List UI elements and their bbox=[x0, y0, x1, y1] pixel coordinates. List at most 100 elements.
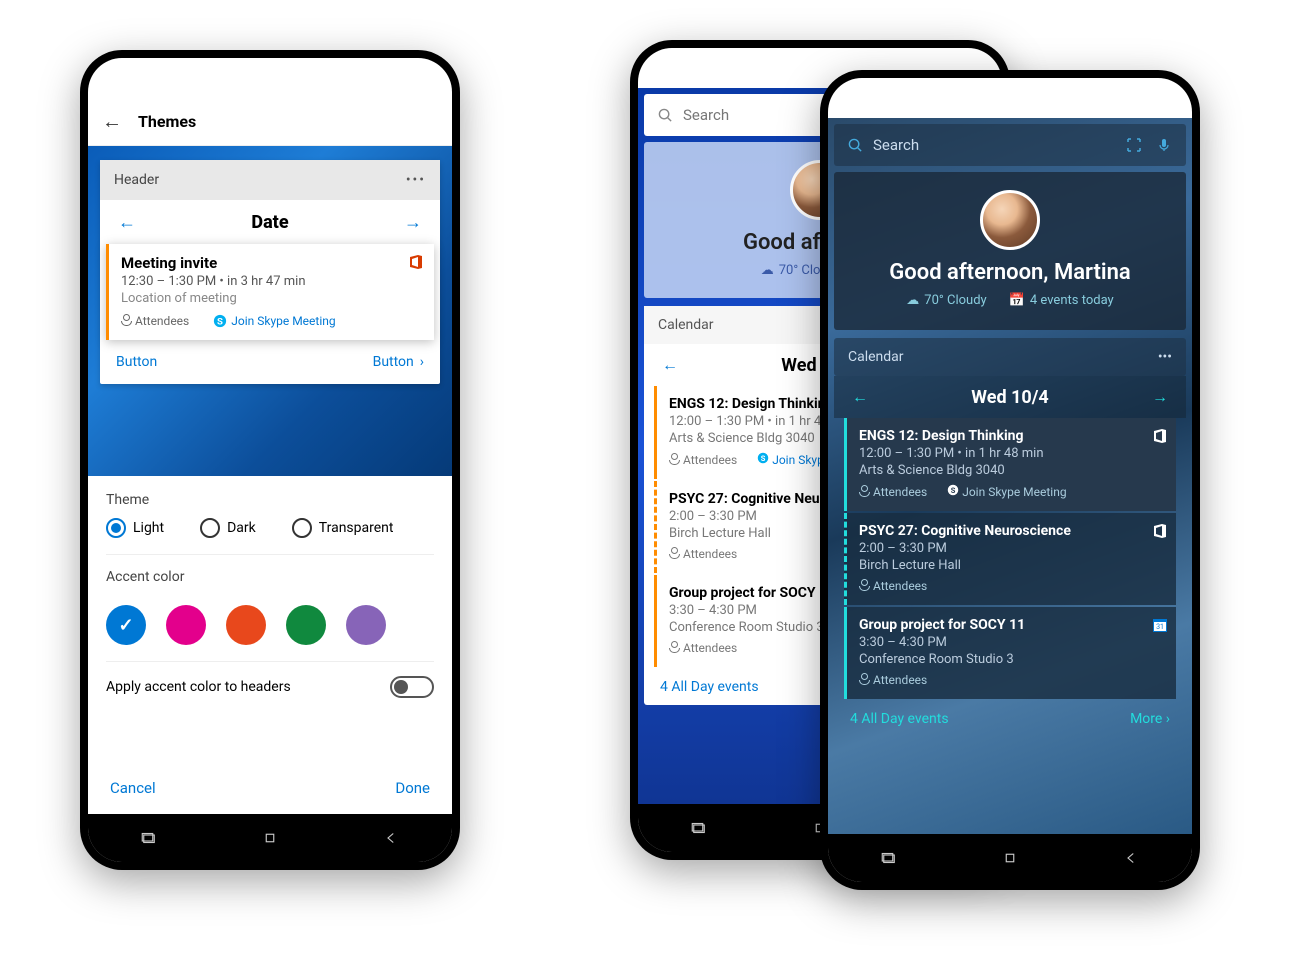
preview-button-right[interactable]: Button › bbox=[373, 354, 424, 370]
attendees-link[interactable]: Attendees bbox=[669, 641, 737, 655]
event-location: Location of meeting bbox=[121, 291, 422, 306]
search-placeholder: Search bbox=[683, 106, 729, 124]
calendar-icon: 31 bbox=[1152, 617, 1168, 633]
event-title: Group project for SOCY 11 bbox=[859, 617, 1166, 633]
person-icon bbox=[669, 547, 680, 558]
scan-icon[interactable] bbox=[1126, 137, 1142, 153]
event-time: 2:00 – 3:30 PM bbox=[859, 541, 1166, 556]
svg-text:S: S bbox=[217, 317, 223, 328]
accent-swatch-green[interactable] bbox=[286, 605, 326, 645]
apply-accent-label: Apply accent color to headers bbox=[106, 679, 291, 695]
event-time: 12:30 – 1:30 PM • in 3 hr 47 min bbox=[121, 274, 422, 289]
theme-radio-light[interactable]: Light bbox=[106, 518, 164, 538]
recents-icon[interactable] bbox=[690, 819, 708, 837]
calendar-section-label: Calendar bbox=[658, 317, 714, 333]
accent-swatches bbox=[106, 595, 434, 662]
avatar[interactable] bbox=[980, 190, 1040, 250]
event-title: ENGS 12: Design Thinking bbox=[859, 428, 1166, 444]
search-bar[interactable]: Search bbox=[834, 124, 1186, 166]
theme-radio-dark[interactable]: Dark bbox=[200, 518, 256, 538]
greeting-text: Good afternoon, Martina bbox=[846, 260, 1174, 285]
search-icon bbox=[658, 108, 673, 123]
android-navbar bbox=[88, 814, 452, 862]
join-skype-link[interactable]: SJoin Skype Meeting bbox=[213, 314, 335, 328]
skype-icon: S bbox=[947, 484, 959, 496]
attendees-link[interactable]: Attendees bbox=[121, 314, 189, 328]
calendar-section-label: Calendar bbox=[848, 349, 904, 365]
event-time: 12:00 – 1:30 PM • in 1 hr 48 min bbox=[859, 446, 1166, 461]
back-icon[interactable]: ← bbox=[102, 109, 122, 134]
event-title: PSYC 27: Cognitive Neuroscience bbox=[859, 523, 1166, 539]
current-date: Wed 10/4 bbox=[971, 387, 1048, 408]
android-navbar bbox=[828, 834, 1192, 882]
accent-swatch-orange[interactable] bbox=[226, 605, 266, 645]
calendar-event[interactable]: ENGS 12: Design Thinking 12:00 – 1:30 PM … bbox=[844, 418, 1176, 511]
prev-date-icon[interactable]: ← bbox=[662, 355, 678, 375]
home-icon[interactable] bbox=[1001, 849, 1019, 867]
accent-swatch-purple[interactable] bbox=[346, 605, 386, 645]
office-icon bbox=[1152, 428, 1168, 444]
home-icon[interactable] bbox=[261, 829, 279, 847]
preview-button-left[interactable]: Button bbox=[116, 354, 157, 370]
recents-icon[interactable] bbox=[880, 849, 898, 867]
events-chip[interactable]: 📅 4 events today bbox=[1009, 293, 1114, 308]
office-icon bbox=[408, 254, 424, 270]
apply-accent-toggle[interactable] bbox=[390, 676, 434, 698]
svg-text:S: S bbox=[951, 486, 956, 495]
attendees-link[interactable]: Attendees bbox=[859, 673, 927, 687]
weather-chip[interactable]: ☁ 70° Cloudy bbox=[906, 293, 986, 308]
themes-header: ← Themes bbox=[88, 98, 452, 146]
next-date-icon[interactable]: → bbox=[404, 212, 422, 233]
date-label: Date bbox=[251, 212, 288, 233]
svg-text:S: S bbox=[761, 454, 766, 463]
event-location: Birch Lecture Hall bbox=[859, 558, 1166, 573]
event-title: Meeting invite bbox=[121, 254, 422, 272]
join-skype-link[interactable]: S Join Skype Meeting bbox=[947, 484, 1066, 499]
accent-section-label: Accent color bbox=[106, 569, 434, 585]
search-icon bbox=[848, 138, 863, 153]
event-location: Conference Room Studio 3 bbox=[859, 652, 1166, 667]
accent-swatch-blue[interactable] bbox=[106, 605, 146, 645]
attendees-link[interactable]: Attendees bbox=[859, 579, 927, 593]
person-icon bbox=[859, 485, 870, 496]
event-location: Arts & Science Bldg 3040 bbox=[859, 463, 1166, 478]
all-day-link[interactable]: 4 All Day events bbox=[850, 711, 949, 727]
event-time: 3:30 – 4:30 PM bbox=[859, 635, 1166, 650]
cancel-button[interactable]: Cancel bbox=[110, 779, 156, 797]
person-icon bbox=[669, 453, 680, 464]
person-icon bbox=[669, 641, 680, 652]
theme-preview: Header ••• ← Date → Meeting invite 12:30… bbox=[88, 146, 452, 476]
more-icon[interactable]: ••• bbox=[1158, 349, 1172, 365]
accent-swatch-pink[interactable] bbox=[166, 605, 206, 645]
more-icon[interactable]: ••• bbox=[406, 172, 426, 188]
more-link[interactable]: More › bbox=[1130, 711, 1170, 727]
svg-text:31: 31 bbox=[1156, 623, 1164, 631]
prev-date-icon[interactable]: ← bbox=[852, 387, 868, 407]
theme-section-label: Theme bbox=[106, 492, 434, 508]
skype-icon: S bbox=[213, 314, 227, 328]
skype-icon: S bbox=[757, 452, 769, 464]
back-nav-icon[interactable] bbox=[1122, 849, 1140, 867]
calendar-event[interactable]: 31Group project for SOCY 11 3:30 – 4:30 P… bbox=[844, 607, 1176, 699]
preview-event[interactable]: Meeting invite 12:30 – 1:30 PM • in 3 hr… bbox=[106, 244, 434, 340]
chevron-right-icon: › bbox=[420, 354, 424, 370]
recents-icon[interactable] bbox=[140, 829, 158, 847]
done-button[interactable]: Done bbox=[395, 779, 430, 797]
all-day-link[interactable]: 4 All Day events bbox=[660, 679, 759, 695]
prev-date-icon[interactable]: ← bbox=[118, 212, 136, 233]
theme-radio-transparent[interactable]: Transparent bbox=[292, 518, 394, 538]
person-icon bbox=[859, 579, 870, 590]
preview-header-label: Header bbox=[114, 172, 159, 188]
page-title: Themes bbox=[138, 112, 196, 131]
attendees-link[interactable]: Attendees bbox=[859, 485, 927, 499]
next-date-icon[interactable]: → bbox=[1152, 387, 1168, 407]
mic-icon[interactable] bbox=[1156, 137, 1172, 153]
back-nav-icon[interactable] bbox=[382, 829, 400, 847]
attendees-link[interactable]: Attendees bbox=[669, 453, 737, 467]
calendar-event[interactable]: PSYC 27: Cognitive Neuroscience 2:00 – 3:… bbox=[844, 513, 1176, 605]
attendees-link[interactable]: Attendees bbox=[669, 547, 737, 561]
person-icon bbox=[121, 314, 132, 325]
office-icon bbox=[1152, 523, 1168, 539]
search-placeholder: Search bbox=[873, 136, 919, 154]
person-icon bbox=[859, 673, 870, 684]
